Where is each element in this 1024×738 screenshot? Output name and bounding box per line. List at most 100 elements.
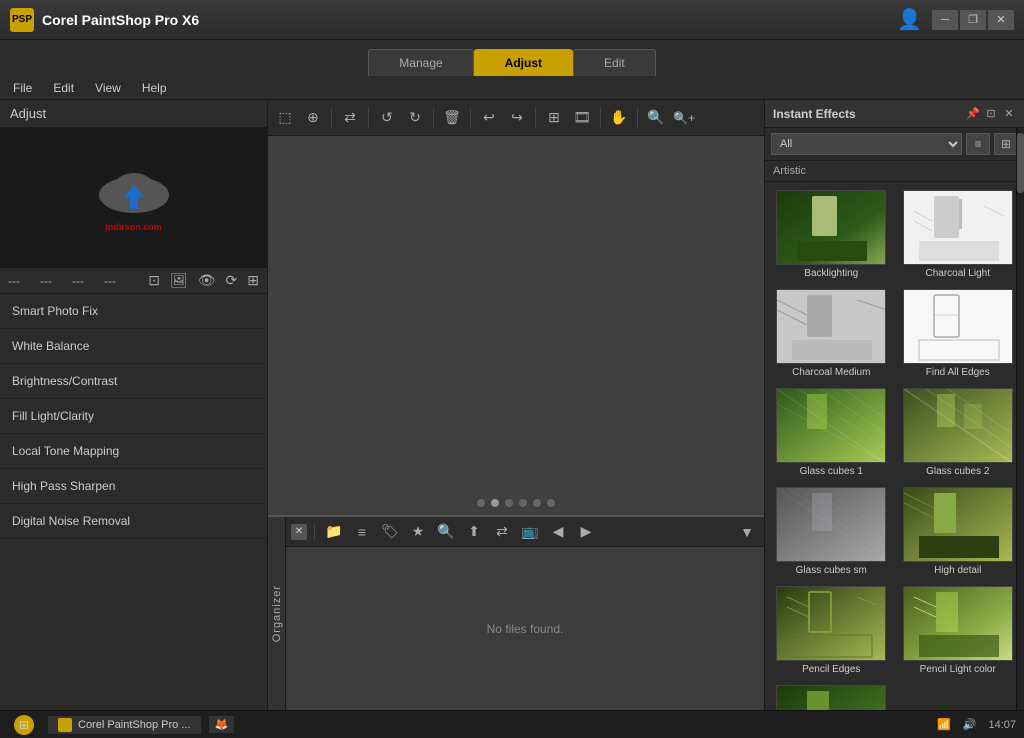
cloud-svg [94, 165, 174, 220]
effects-header: Instant Effects 📌 ⊡ ✕ [765, 100, 1024, 128]
org-list-tool[interactable]: ≡ [350, 520, 374, 544]
adjust-digital-noise-removal[interactable]: Digital Noise Removal [0, 504, 267, 539]
effects-filter-select[interactable]: All Artistic Black & White Color Film & … [771, 133, 962, 155]
dots-indicator [477, 499, 555, 507]
effect-charcoal-medium[interactable]: Charcoal Medium [769, 285, 894, 382]
effect-thumb-extra1 [776, 685, 886, 710]
effect-glass-cubes-1[interactable]: Glass cubes 1 [769, 384, 894, 481]
effects-close-button[interactable]: ✕ [1002, 107, 1016, 121]
crop-tool[interactable]: ⊡ [148, 272, 160, 289]
rotate-right-tool[interactable]: ↻ [403, 106, 427, 130]
eye-tool[interactable]: 👁 [198, 272, 216, 289]
effect-find-all-edges[interactable]: Find All Edges [896, 285, 1021, 382]
effect-extra1[interactable]: Retro [769, 681, 894, 710]
dot-1[interactable] [477, 499, 485, 507]
effect-charcoal-light[interactable]: Charcoal Light [896, 186, 1021, 283]
close-button[interactable]: ✕ [988, 10, 1014, 30]
org-screen-tool[interactable]: 📺 [518, 520, 542, 544]
effect-glass-cubes-2[interactable]: Glass cubes 2 [896, 384, 1021, 481]
sep6 [600, 108, 601, 128]
effects-float-button[interactable]: ⊡ [984, 107, 998, 121]
effect-thumb-charcoal-light [903, 190, 1013, 265]
effect-label-charcoal-light: Charcoal Light [926, 268, 990, 279]
thumb-next[interactable]: --- [72, 274, 84, 288]
org-folder-tool[interactable]: 📁 [322, 520, 346, 544]
adjust-brightness-contrast[interactable]: Brightness/Contrast [0, 364, 267, 399]
restore-button[interactable]: ❐ [960, 10, 986, 30]
org-star-tool[interactable]: ★ [406, 520, 430, 544]
org-more-tool[interactable]: ▼ [735, 520, 759, 544]
tab-edit[interactable]: Edit [573, 49, 656, 76]
status-bar: ⊞ Corel PaintShop Pro ... 🦊 📶 🔊 14:07 [0, 710, 1024, 738]
menu-help[interactable]: Help [134, 79, 175, 97]
menu-edit[interactable]: Edit [45, 79, 82, 97]
taskbar-paintshop[interactable]: Corel PaintShop Pro ... [48, 716, 201, 734]
effect-high-detail[interactable]: High detail [896, 483, 1021, 580]
thumb-prev-prev[interactable]: --- [8, 274, 20, 288]
effect-thumb-glass-cubes-1 [776, 388, 886, 463]
adjust-tool[interactable]: ⊞ [247, 272, 259, 289]
effect-glass-cubes-sm[interactable]: Glass cubes sm [769, 483, 894, 580]
redo-tool[interactable]: ↪ [505, 106, 529, 130]
dot-6[interactable] [547, 499, 555, 507]
share-tool[interactable]: ⇄ [338, 106, 362, 130]
save-as-tool[interactable]: ⊕ [301, 106, 325, 130]
zoom-in-tool[interactable]: 🔍+ [672, 106, 696, 130]
thumb-prev[interactable]: --- [40, 274, 52, 288]
status-right: 📶 🔊 14:07 [937, 718, 1016, 731]
effect-pencil-light-color[interactable]: Pencil Light color [896, 582, 1021, 679]
instant-effects-panel: Instant Effects 📌 ⊡ ✕ All Artistic Black… [764, 100, 1024, 710]
tab-adjust[interactable]: Adjust [474, 49, 573, 76]
effects-pin-button[interactable]: 📌 [966, 107, 980, 121]
taskbar-firefox[interactable]: 🦊 [209, 716, 235, 733]
organizer-label: Organizer [268, 517, 286, 710]
delete-tool[interactable]: 🗑 [440, 106, 464, 130]
effects-title: Instant Effects [773, 107, 856, 121]
org-share-tool[interactable]: ⇄ [490, 520, 514, 544]
adjust-list: Smart Photo Fix White Balance Brightness… [0, 294, 267, 710]
org-tag-tool[interactable]: 🏷 [378, 520, 402, 544]
effect-label-high-detail: High detail [934, 565, 981, 576]
dot-2[interactable] [491, 499, 499, 507]
adjust-local-tone-mapping[interactable]: Local Tone Mapping [0, 434, 267, 469]
rotate-tool[interactable]: ⟳ [226, 272, 238, 289]
save-tool[interactable]: ⬚ [273, 106, 297, 130]
undo-tool[interactable]: ↩ [477, 106, 501, 130]
adjust-high-pass-sharpen[interactable]: High Pass Sharpen [0, 469, 267, 504]
org-search-tool[interactable]: 🔍 [434, 520, 458, 544]
effects-grid-view-button[interactable]: ⊞ [994, 133, 1018, 155]
film-tool[interactable]: 🎞 [570, 106, 594, 130]
effects-scroll[interactable]: Backlighting [765, 182, 1024, 710]
dot-3[interactable] [505, 499, 513, 507]
org-fwd-tool[interactable]: ▶ [574, 520, 598, 544]
effects-scrollbar[interactable] [1016, 128, 1024, 710]
image-tool[interactable]: 🖼 [170, 272, 188, 289]
organizer-close-button[interactable]: ✕ [291, 524, 307, 540]
rotate-left-tool[interactable]: ↺ [375, 106, 399, 130]
pan-tool[interactable]: ✋ [607, 106, 631, 130]
dot-5[interactable] [533, 499, 541, 507]
minimize-button[interactable]: ─ [932, 10, 958, 30]
effect-backlighting[interactable]: Backlighting [769, 186, 894, 283]
effects-scrollbar-thumb[interactable] [1017, 133, 1024, 193]
thumb-controls: --- --- --- --- ⊡ 🖼 👁 ⟳ ⊞ [0, 268, 267, 294]
adjust-fill-light-clarity[interactable]: Fill Light/Clarity [0, 399, 267, 434]
effects-list-view-button[interactable]: ≡ [966, 133, 990, 155]
effect-thumb-charcoal-medium [776, 289, 886, 364]
grid-tool[interactable]: ⊞ [542, 106, 566, 130]
zoom-out-tool[interactable]: 🔍 [644, 106, 668, 130]
user-icon: 👤 [897, 7, 922, 32]
thumb-next-next[interactable]: --- [104, 274, 116, 288]
effect-pencil-edges[interactable]: Pencil Edges [769, 582, 894, 679]
org-back-tool[interactable]: ◀ [546, 520, 570, 544]
adjust-white-balance[interactable]: White Balance [0, 329, 267, 364]
org-upload-tool[interactable]: ⬆ [462, 520, 486, 544]
menu-file[interactable]: File [5, 79, 40, 97]
start-orb[interactable]: ⊞ [14, 715, 34, 735]
dot-4[interactable] [519, 499, 527, 507]
adjust-smart-photo-fix[interactable]: Smart Photo Fix [0, 294, 267, 329]
tab-manage[interactable]: Manage [368, 49, 473, 76]
window-controls: ─ ❐ ✕ [932, 10, 1014, 30]
menu-view[interactable]: View [87, 79, 129, 97]
sep7 [637, 108, 638, 128]
